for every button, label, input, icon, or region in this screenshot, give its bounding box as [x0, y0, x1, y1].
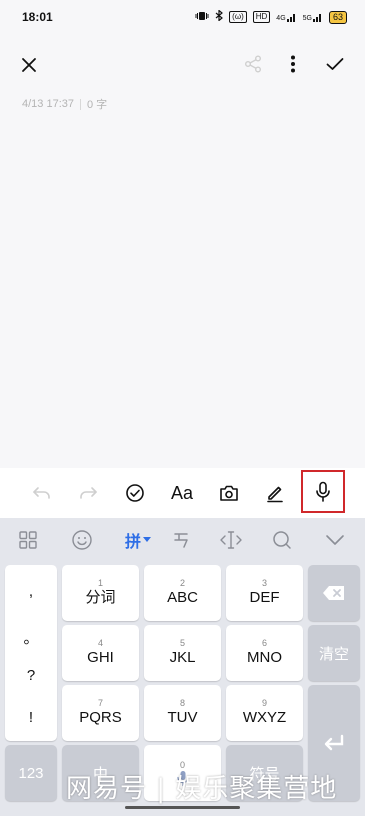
dropdown-caret-icon: [143, 537, 151, 542]
key-label: DEF: [249, 589, 280, 606]
backspace-icon: [323, 586, 344, 600]
key-label: 分词: [85, 589, 116, 606]
share-button[interactable]: [242, 52, 264, 76]
keyboard-toolbar: 拼: [0, 518, 365, 562]
key-label: JKL: [169, 649, 196, 666]
punctuation-column: , 。 ? !: [5, 565, 57, 741]
battery-icon: 63: [328, 10, 347, 24]
keyboard-menu-button[interactable]: [16, 528, 40, 552]
key-number: 4: [97, 638, 103, 648]
key-label: TUV: [167, 709, 198, 726]
key-3[interactable]: 3 DEF: [226, 565, 303, 621]
signal-icon: 5G: [303, 12, 323, 22]
key-6[interactable]: 6 MNO: [226, 625, 303, 681]
key-label: PQRS: [79, 709, 122, 726]
status-time: 18:01: [22, 10, 53, 24]
editor-toolbar: Aa: [0, 468, 365, 518]
checklist-button[interactable]: [122, 479, 148, 507]
chevron-down-icon: [326, 535, 344, 545]
punct-key-comma[interactable]: ,: [5, 583, 57, 600]
handwrite-icon: [174, 533, 188, 548]
key-number: 2: [179, 578, 185, 588]
share-icon: [245, 55, 261, 73]
key-1[interactable]: 1 分词: [62, 565, 139, 621]
undo-button[interactable]: [30, 479, 54, 507]
pen-icon: [267, 486, 283, 503]
more-vertical-icon: [291, 55, 295, 73]
punct-key-question[interactable]: ?: [5, 667, 57, 684]
note-body-editor[interactable]: [0, 116, 365, 466]
cursor-move-button[interactable]: [218, 528, 244, 552]
status-bar: 18:01 (ω) HD 4G 5G 63: [0, 0, 365, 34]
hd-icon: HD: [252, 11, 271, 23]
clear-key-label: 清空: [318, 645, 349, 663]
emoji-button[interactable]: [70, 528, 94, 552]
punct-key-exclaim[interactable]: !: [5, 709, 57, 726]
emoji-icon: [72, 530, 92, 550]
key-number: 6: [261, 638, 267, 648]
home-indicator[interactable]: [125, 806, 240, 809]
microphone-icon: [316, 481, 330, 502]
note-header: [0, 44, 365, 84]
search-icon: [273, 531, 291, 549]
note-char-count: 0 字: [87, 99, 108, 111]
key-number: 9: [261, 698, 267, 708]
handwriting-button[interactable]: [262, 479, 288, 507]
clear-key[interactable]: 清空: [308, 625, 360, 681]
enter-icon: [324, 734, 344, 751]
key-2[interactable]: 2 ABC: [144, 565, 221, 621]
close-button[interactable]: [16, 52, 42, 78]
key-label: WXYZ: [242, 709, 287, 726]
key-7[interactable]: 7 PQRS: [62, 685, 139, 741]
checkmark-icon: [326, 58, 344, 70]
key-label: GHI: [87, 649, 114, 666]
keyboard-search-button[interactable]: [270, 528, 294, 552]
camera-button[interactable]: [216, 479, 242, 507]
key-4[interactable]: 4 GHI: [62, 625, 139, 681]
key-number: 3: [261, 578, 267, 588]
key-label: MNO: [247, 649, 282, 666]
hide-keyboard-button[interactable]: [323, 528, 347, 552]
key-5[interactable]: 5 JKL: [144, 625, 221, 681]
note-date: 4/13 17:37: [22, 98, 74, 110]
bluetooth-icon: [215, 9, 224, 24]
redo-icon: [80, 487, 97, 499]
watermark: 网易号 | 娱乐聚集营地: [66, 774, 338, 804]
backspace-key[interactable]: [308, 565, 360, 621]
signal-4g-icon: 4G: [276, 12, 296, 22]
more-options-button[interactable]: [283, 52, 303, 76]
undo-icon: [33, 487, 50, 499]
pinyin-label: 拼: [124, 534, 141, 551]
numbers-key-label: 123: [18, 764, 44, 782]
done-button[interactable]: [323, 52, 347, 76]
key-number: 5: [179, 638, 185, 648]
key-label: ABC: [167, 589, 198, 606]
key-number: 8: [179, 698, 185, 708]
key-number: 7: [97, 698, 103, 708]
cursor-move-icon: [220, 531, 242, 549]
key-number: 1: [97, 578, 103, 588]
voice-input-button[interactable]: [301, 470, 345, 513]
close-icon: [22, 58, 36, 72]
check-circle-icon: [126, 484, 144, 502]
punct-key-period[interactable]: 。: [5, 627, 57, 648]
camera-icon: [220, 485, 238, 501]
redo-button[interactable]: [76, 479, 100, 507]
wifi-icon: (ω): [229, 11, 247, 23]
key-8[interactable]: 8 TUV: [144, 685, 221, 741]
key-9[interactable]: 9 WXYZ: [226, 685, 303, 741]
note-meta: 4/13 17:37 0 字: [22, 96, 107, 112]
handwrite-mode-button[interactable]: [170, 528, 194, 552]
text-format-button[interactable]: Aa: [166, 479, 198, 507]
status-icons: (ω) HD 4G 5G 63: [195, 9, 347, 24]
vibrate-icon: [195, 11, 209, 24]
numbers-key[interactable]: 123: [5, 745, 57, 801]
grid-icon: [19, 531, 37, 549]
pinyin-mode-button[interactable]: 拼: [121, 528, 155, 552]
meta-divider: [80, 98, 81, 110]
